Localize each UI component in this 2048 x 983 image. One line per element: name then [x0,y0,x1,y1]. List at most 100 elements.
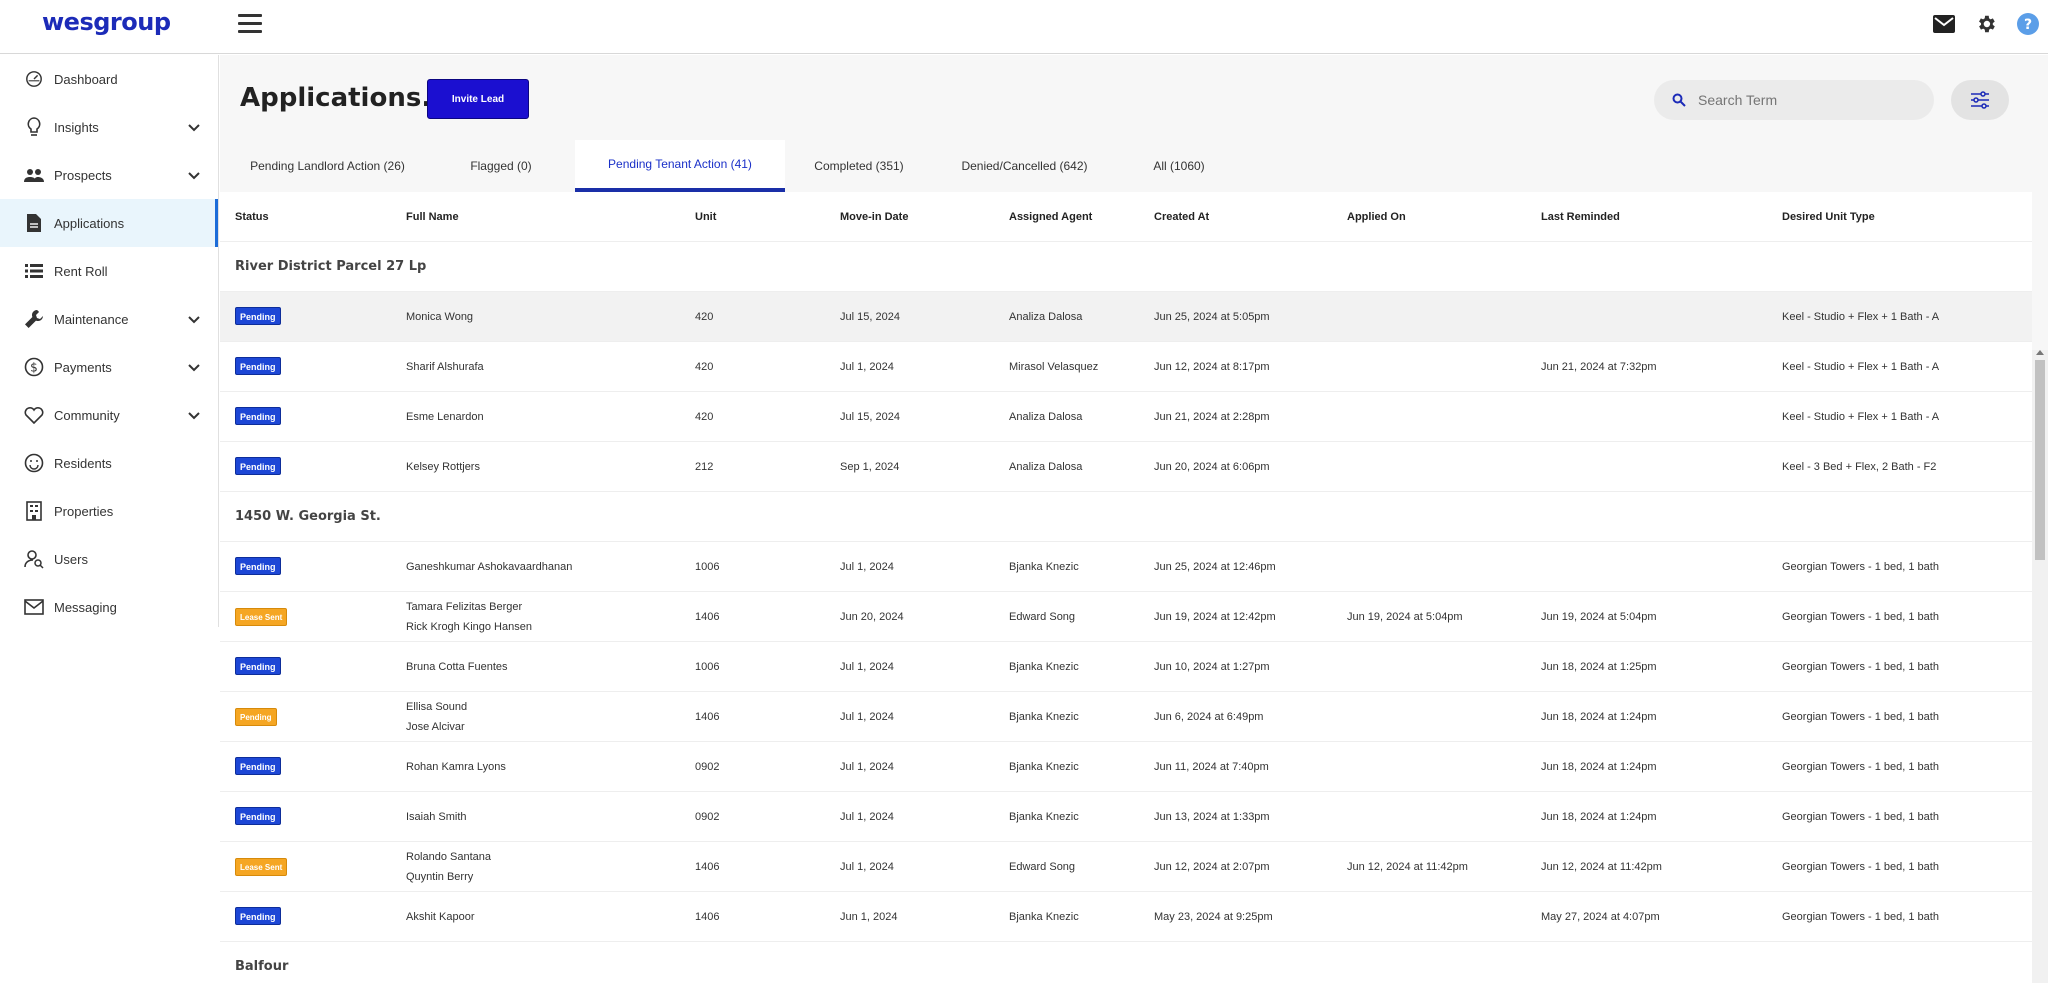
sidebar-item-payments[interactable]: $ Payments [0,343,218,391]
table-row[interactable]: Pending Isaiah Smith 0902 Jul 1, 2024 Bjanka… [220,792,2032,842]
desired-unit-cell: Georgian Towers - 1 bed, 1 bath [1782,610,1939,623]
unit-cell: 420 [695,360,714,373]
tab-all[interactable]: All (1060) [1116,140,1242,192]
menu-toggle-button[interactable] [238,14,262,34]
applicant-name: Kelsey Rottjers [406,460,480,473]
chevron-down-icon[interactable] [188,408,200,423]
name-cell: Sharif Alshurafa [406,357,695,377]
column-header-full-name[interactable]: Full Name [406,207,695,227]
table-row[interactable]: Pending Rohan Kamra Lyons 0902 Jul 1, 2024 B… [220,742,2032,792]
table-scrollbar[interactable] [2032,350,2048,983]
status-cell: Pending [220,707,406,727]
column-header-applied-on[interactable]: Applied On [1347,207,1541,227]
status-cell: Pending [220,756,406,777]
sidebar-item-insights[interactable]: Insights [0,103,218,151]
table-row[interactable]: Pending Bruna Cotta Fuentes 1006 Jul 1, 202… [220,642,2032,692]
sidebar-item-label: Messaging [54,599,117,615]
move-in-cell: Jul 1, 2024 [840,660,894,673]
sidebar-item-applications[interactable]: Applications [0,199,218,247]
column-header-unit[interactable]: Unit [695,207,840,227]
desired-unit-cell: Keel - Studio + Flex + 1 Bath - A [1782,360,1940,373]
svg-text:?: ? [2024,17,2032,33]
table-header: Status Full Name Unit Move-in Date Assigned … [220,192,2032,242]
brand-logo[interactable]: wesgroup [42,8,171,36]
column-header-desired-unit-type[interactable]: Desired Unit Type [1782,207,2022,227]
table-row[interactable]: Pending Kelsey Rottjers 212 Sep 1, 2024 Anal… [220,442,2032,492]
property-group-header: River District Parcel 27 Lp [220,242,2032,292]
tab-completed[interactable]: Completed (351) [785,140,933,192]
scroll-up-icon[interactable] [2036,350,2044,355]
applicant-name: Rohan Kamra Lyons [406,760,506,773]
desired-unit-cell: Georgian Towers - 1 bed, 1 bath [1782,860,1939,873]
sidebar: Dashboard Insights Prospects Applications Re… [0,55,219,627]
tab-pending-tenant-action[interactable]: Pending Tenant Action (41) [575,140,785,192]
tab-denied-cancelled[interactable]: Denied/Cancelled (642) [933,140,1116,192]
column-header-status[interactable]: Status [220,207,406,227]
chevron-down-icon[interactable] [188,312,200,327]
sidebar-item-users[interactable]: Users [0,535,218,583]
applicant-name: Quyntin Berry [406,870,474,883]
tab-flagged[interactable]: Flagged (0) [427,140,575,192]
table-row[interactable]: Pending Sharif Alshurafa 420 Jul 1, 2024 Mir… [220,342,2032,392]
chevron-down-icon[interactable] [188,168,200,183]
search-input[interactable] [1698,92,1898,108]
applicant-name: Sharif Alshurafa [406,360,484,373]
top-bar: wesgroup ? [0,0,2048,54]
filter-button[interactable] [1951,80,2009,120]
move-in-cell: Jul 1, 2024 [840,810,894,823]
sidebar-item-maintenance[interactable]: Maintenance [0,295,218,343]
sidebar-item-properties[interactable]: Properties [0,487,218,535]
applicant-name: Jose Alcivar [406,720,465,733]
column-header-created-at[interactable]: Created At [1154,207,1347,227]
name-cell: Bruna Cotta Fuentes [406,657,695,677]
help-button[interactable]: ? [2016,12,2040,36]
table-row[interactable]: Pending Akshit Kapoor 1406 Jun 1, 2024 Bjank… [220,892,2032,942]
table-row[interactable]: Lease Sent Rolando Santana Quyntin Berry 14… [220,842,2032,892]
column-header-assigned-agent[interactable]: Assigned Agent [1009,207,1154,227]
created-cell: Jun 19, 2024 at 12:42pm [1154,610,1276,623]
desired-unit-cell: Georgian Towers - 1 bed, 1 bath [1782,760,1939,773]
top-actions: ? [1932,12,2048,36]
sidebar-item-messaging[interactable]: Messaging [0,583,218,631]
table-row[interactable]: Pending Ellisa Sound Jose Alcivar 1406 Jul 1… [220,692,2032,742]
scroll-thumb[interactable] [2035,360,2045,560]
table-row[interactable]: Pending Ganeshkumar Ashokavaardhanan 1006 J… [220,542,2032,592]
agent-cell: Edward Song [1009,610,1076,623]
desired-unit-cell: Keel - Studio + Flex + 1 Bath - A [1782,410,1940,423]
invite-lead-button[interactable]: Invite Lead [427,79,529,119]
table-row[interactable]: Pending Esme Lenardon 420 Jul 15, 2024 Anali… [220,392,2032,442]
table-row[interactable]: Pending Monica Wong 420 Jul 15, 2024 Analiza… [220,292,2032,342]
sidebar-item-community[interactable]: Community [0,391,218,439]
status-badge: Pending [235,306,281,325]
agent-cell: Bjanka Knezic [1009,910,1079,923]
agent-cell: Bjanka Knezic [1009,760,1079,773]
move-in-cell: Jul 1, 2024 [840,710,894,723]
move-in-cell: Jun 20, 2024 [840,610,904,623]
name-cell: Isaiah Smith [406,807,695,827]
table-row[interactable]: Lease Sent Tamara Felizitas Berger Rick Kr… [220,592,2032,642]
name-cell: Esme Lenardon [406,407,695,427]
tab-pending-landlord-action[interactable]: Pending Landlord Action (26) [228,140,427,192]
sidebar-item-label: Applications [54,215,125,231]
sidebar-item-rent-roll[interactable]: Rent Roll [0,247,218,295]
agent-cell: Bjanka Knezic [1009,710,1079,723]
chevron-down-icon[interactable] [188,360,200,375]
mail-button[interactable] [1932,12,1956,36]
search-box[interactable] [1654,80,1934,120]
chevron-down-icon[interactable] [188,120,200,135]
settings-button[interactable] [1974,12,1998,36]
status-cell: Pending [220,906,406,927]
name-cell: Tamara Felizitas Berger Rick Krogh Kingo … [406,597,695,637]
column-header-move-in-date[interactable]: Move-in Date [840,207,1009,227]
applicant-name: Bruna Cotta Fuentes [406,660,508,673]
sidebar-item-dashboard[interactable]: Dashboard [0,55,218,103]
sidebar-item-prospects[interactable]: Prospects [0,151,218,199]
created-cell: Jun 6, 2024 at 6:49pm [1154,710,1264,723]
column-header-last-reminded[interactable]: Last Reminded [1541,207,1782,227]
status-cell: Pending [220,306,406,327]
created-cell: Jun 12, 2024 at 2:07pm [1154,860,1270,873]
created-cell: Jun 12, 2024 at 8:17pm [1154,360,1270,373]
sidebar-item-residents[interactable]: Residents [0,439,218,487]
reminded-cell: May 27, 2024 at 4:07pm [1541,910,1660,923]
sidebar-item-label: Residents [54,455,112,471]
